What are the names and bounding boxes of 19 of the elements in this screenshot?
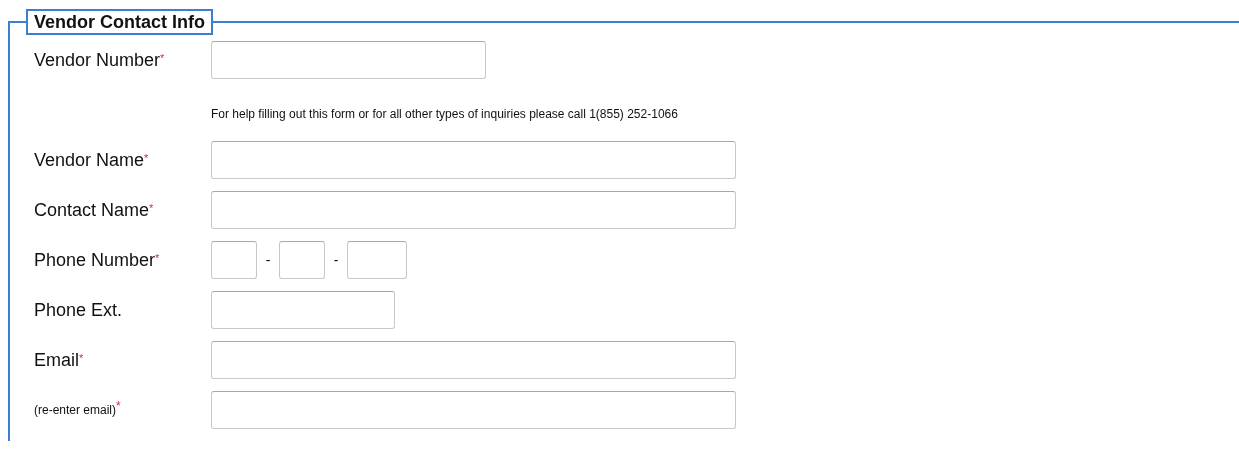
text-field[interactable]: [347, 241, 407, 279]
text-field[interactable]: [211, 341, 736, 379]
text-field[interactable]: [279, 241, 325, 279]
text-field[interactable]: [211, 241, 257, 279]
field-label: Contact Name$^{*}$: [34, 199, 155, 221]
separator: -: [332, 252, 340, 268]
field-label: Email$^{*}$: [34, 349, 85, 371]
field-label: Phone Number$^{*}$: [34, 249, 161, 271]
help-text: For help filling out this form or for all other types of inquiries please call 1(855) 252-1066: [211, 107, 678, 121]
field-label: Phone Ext.: [34, 299, 124, 321]
text-field[interactable]: [211, 191, 736, 229]
separator: -: [264, 252, 272, 268]
text-field[interactable]: [211, 41, 486, 79]
text-field[interactable]: [211, 391, 736, 429]
field-label: Vendor Number$^{*}$: [34, 49, 166, 71]
section-title: Vendor Contact Info: [26, 9, 213, 35]
text-field[interactable]: [211, 291, 395, 329]
field-label: Vendor Name$^{*}$: [34, 149, 150, 171]
text-field[interactable]: [211, 141, 736, 179]
